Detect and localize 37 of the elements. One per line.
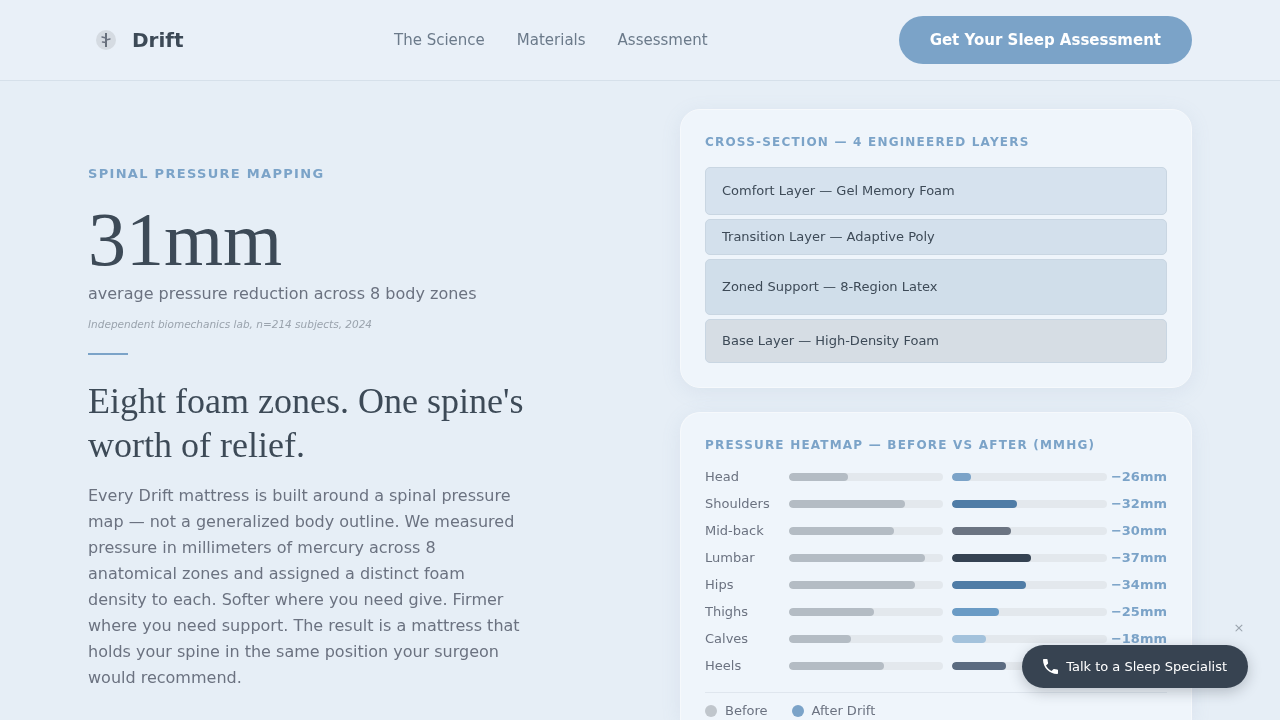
pressure-change: −34mm xyxy=(1110,576,1167,595)
assessment-button[interactable]: Get Your Sleep Assessment xyxy=(898,16,1192,64)
spine-icon xyxy=(96,30,116,50)
nav-link[interactable]: The Science xyxy=(394,30,485,50)
card-title: CROSS-SECTION — 4 ENGINEERED LAYERS xyxy=(705,135,1031,149)
stat-caption: average pressure reduction across 8 body zones xyxy=(88,283,478,305)
legend-label: Before xyxy=(725,703,768,719)
phone-icon xyxy=(1043,659,1059,674)
card-title: PRESSURE HEATMAP — BEFORE VS AFTER (MMHG) xyxy=(705,438,1097,452)
foam-layer: Comfort Layer — Gel Memory Foam xyxy=(705,167,1167,215)
section-heading: Eight foam zones. One spine's worth of relief. xyxy=(88,380,525,467)
specialist-call-toast[interactable]: Talk to a Sleep Specialist xyxy=(1022,645,1248,688)
pressure-change: −30mm xyxy=(1110,522,1167,541)
zone-label: Mid-back xyxy=(705,522,765,541)
zone-label: Heels xyxy=(705,657,743,676)
foam-layer: Transition Layer — Adaptive Poly xyxy=(705,219,1167,255)
zone-label: Lumbar xyxy=(705,549,756,568)
foam-layer: Base Layer — High-Density Foam xyxy=(705,319,1167,363)
foam-layer: Zoned Support — 8-Region Latex xyxy=(705,259,1167,315)
pressure-change: −25mm xyxy=(1110,603,1167,622)
legend-label: After Drift xyxy=(811,703,876,719)
zone-label: Shoulders xyxy=(705,495,771,514)
pressure-change: −26mm xyxy=(1110,468,1167,487)
pressure-change: −32mm xyxy=(1110,495,1167,514)
stat-value: 31mm xyxy=(88,201,284,277)
nav-link[interactable]: Assessment xyxy=(617,30,708,50)
source-note: Independent biomechanics lab, n=214 subjects, 2024 xyxy=(88,317,374,331)
brand-logo[interactable]: Drift xyxy=(132,25,184,55)
close-button[interactable]: × xyxy=(1233,620,1245,636)
body-paragraph: Every Drift mattress is built around a spinal pressure map — not a generalized body outline. We measured pressure in millimeters of mercury across 8 anatomical zones and assigned a distinct foam density to each. Softer where you need give. Firmer where you need support. The result is a mattress that holds your spine in the same position your surgeon would recommend. xyxy=(88,485,521,689)
zone-label: Calves xyxy=(705,630,750,649)
zone-label: Head xyxy=(705,468,740,487)
zone-label: Thighs xyxy=(705,603,750,622)
nav-link[interactable]: Materials xyxy=(516,30,586,50)
zone-label: Hips xyxy=(705,576,735,595)
pressure-change: −37mm xyxy=(1110,549,1167,568)
eyebrow-label: SPINAL PRESSURE MAPPING xyxy=(88,166,326,182)
